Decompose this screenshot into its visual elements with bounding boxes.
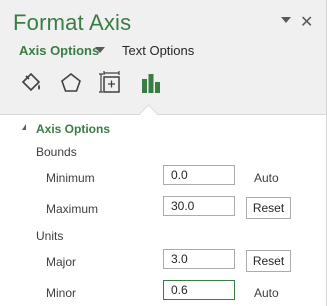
minor-auto-label: Auto [254, 286, 279, 300]
units-label: Units [36, 229, 64, 243]
minimum-auto-label: Auto [254, 171, 279, 185]
bounds-label: Bounds [36, 145, 77, 159]
bar-chart-icon[interactable] [138, 70, 164, 96]
format-axis-pane: Format Axis ✕ Axis Options Text Options [0, 0, 327, 306]
pane-title: Format Axis [13, 10, 132, 35]
maximum-reset-button[interactable]: Reset [246, 197, 291, 219]
maximum-label: Maximum [46, 202, 99, 216]
size-properties-icon[interactable] [98, 70, 124, 96]
task-pane-options-icon[interactable] [281, 17, 291, 23]
section-axis-options-header[interactable]: Axis Options [36, 122, 110, 136]
collapse-triangle-icon[interactable] [22, 124, 26, 130]
pentagon-icon[interactable] [58, 70, 84, 96]
major-input[interactable]: 3.0 [163, 249, 235, 269]
close-icon[interactable]: ✕ [300, 12, 313, 32]
chevron-down-icon[interactable] [95, 47, 105, 53]
minor-label: Minor [46, 286, 77, 300]
tab-text-options[interactable]: Text Options [122, 43, 194, 58]
major-label: Major [46, 255, 77, 269]
minor-input[interactable]: 0.6 [163, 280, 235, 300]
minimum-input[interactable]: 0.0 [163, 165, 235, 185]
major-reset-button[interactable]: Reset [246, 250, 291, 272]
minimum-label: Minimum [46, 171, 95, 185]
tab-axis-options[interactable]: Axis Options [19, 43, 99, 58]
paint-bucket-icon[interactable] [18, 70, 44, 96]
maximum-input[interactable]: 30.0 [163, 196, 235, 216]
